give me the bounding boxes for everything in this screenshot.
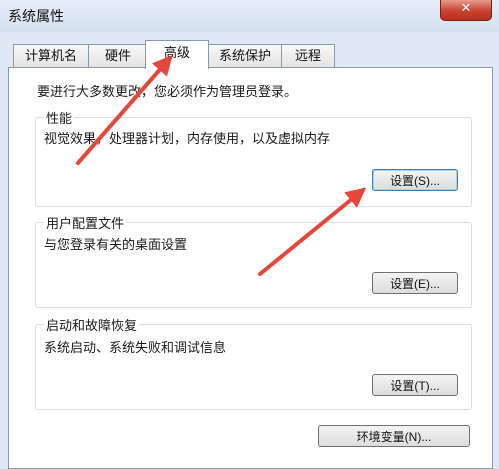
tab-remote[interactable]: 远程 xyxy=(281,44,335,68)
performance-desc: 视觉效果，处理器计划，内存使用，以及虚拟内存 xyxy=(44,132,331,147)
environment-variables-button[interactable]: 环境变量(N)... xyxy=(318,425,470,447)
tab-label: 计算机名 xyxy=(24,49,77,64)
close-icon: ✕ xyxy=(460,1,472,16)
startup-recovery-desc: 系统启动、系统失败和调试信息 xyxy=(44,341,227,356)
window-title: 系统属性 xyxy=(8,9,64,25)
tab-system-protection[interactable]: 系统保护 xyxy=(208,44,282,68)
tab-label: 系统保护 xyxy=(218,49,271,64)
tab-hardware[interactable]: 硬件 xyxy=(88,44,148,68)
tab-label: 硬件 xyxy=(104,49,131,64)
user-profiles-settings-button[interactable]: 设置(E)... xyxy=(372,272,458,294)
title-bar: 系统属性 ✕ xyxy=(0,0,499,32)
user-profiles-desc: 与您登录有关的桌面设置 xyxy=(44,238,188,253)
close-button[interactable]: ✕ xyxy=(440,0,492,21)
tab-label: 远程 xyxy=(294,49,321,64)
tab-advanced[interactable]: 高级 xyxy=(145,40,209,69)
performance-title: 性能 xyxy=(44,108,75,127)
tab-label: 高级 xyxy=(163,46,190,61)
admin-note: 要进行大多数更改，您必须作为管理员登录。 xyxy=(37,85,298,100)
performance-settings-button[interactable]: 设置(S)... xyxy=(372,169,458,191)
startup-recovery-title: 启动和故障恢复 xyxy=(44,315,140,334)
tab-computer-name[interactable]: 计算机名 xyxy=(13,44,89,68)
startup-recovery-settings-button[interactable]: 设置(T)... xyxy=(372,374,458,396)
user-profiles-title: 用户配置文件 xyxy=(44,213,127,232)
